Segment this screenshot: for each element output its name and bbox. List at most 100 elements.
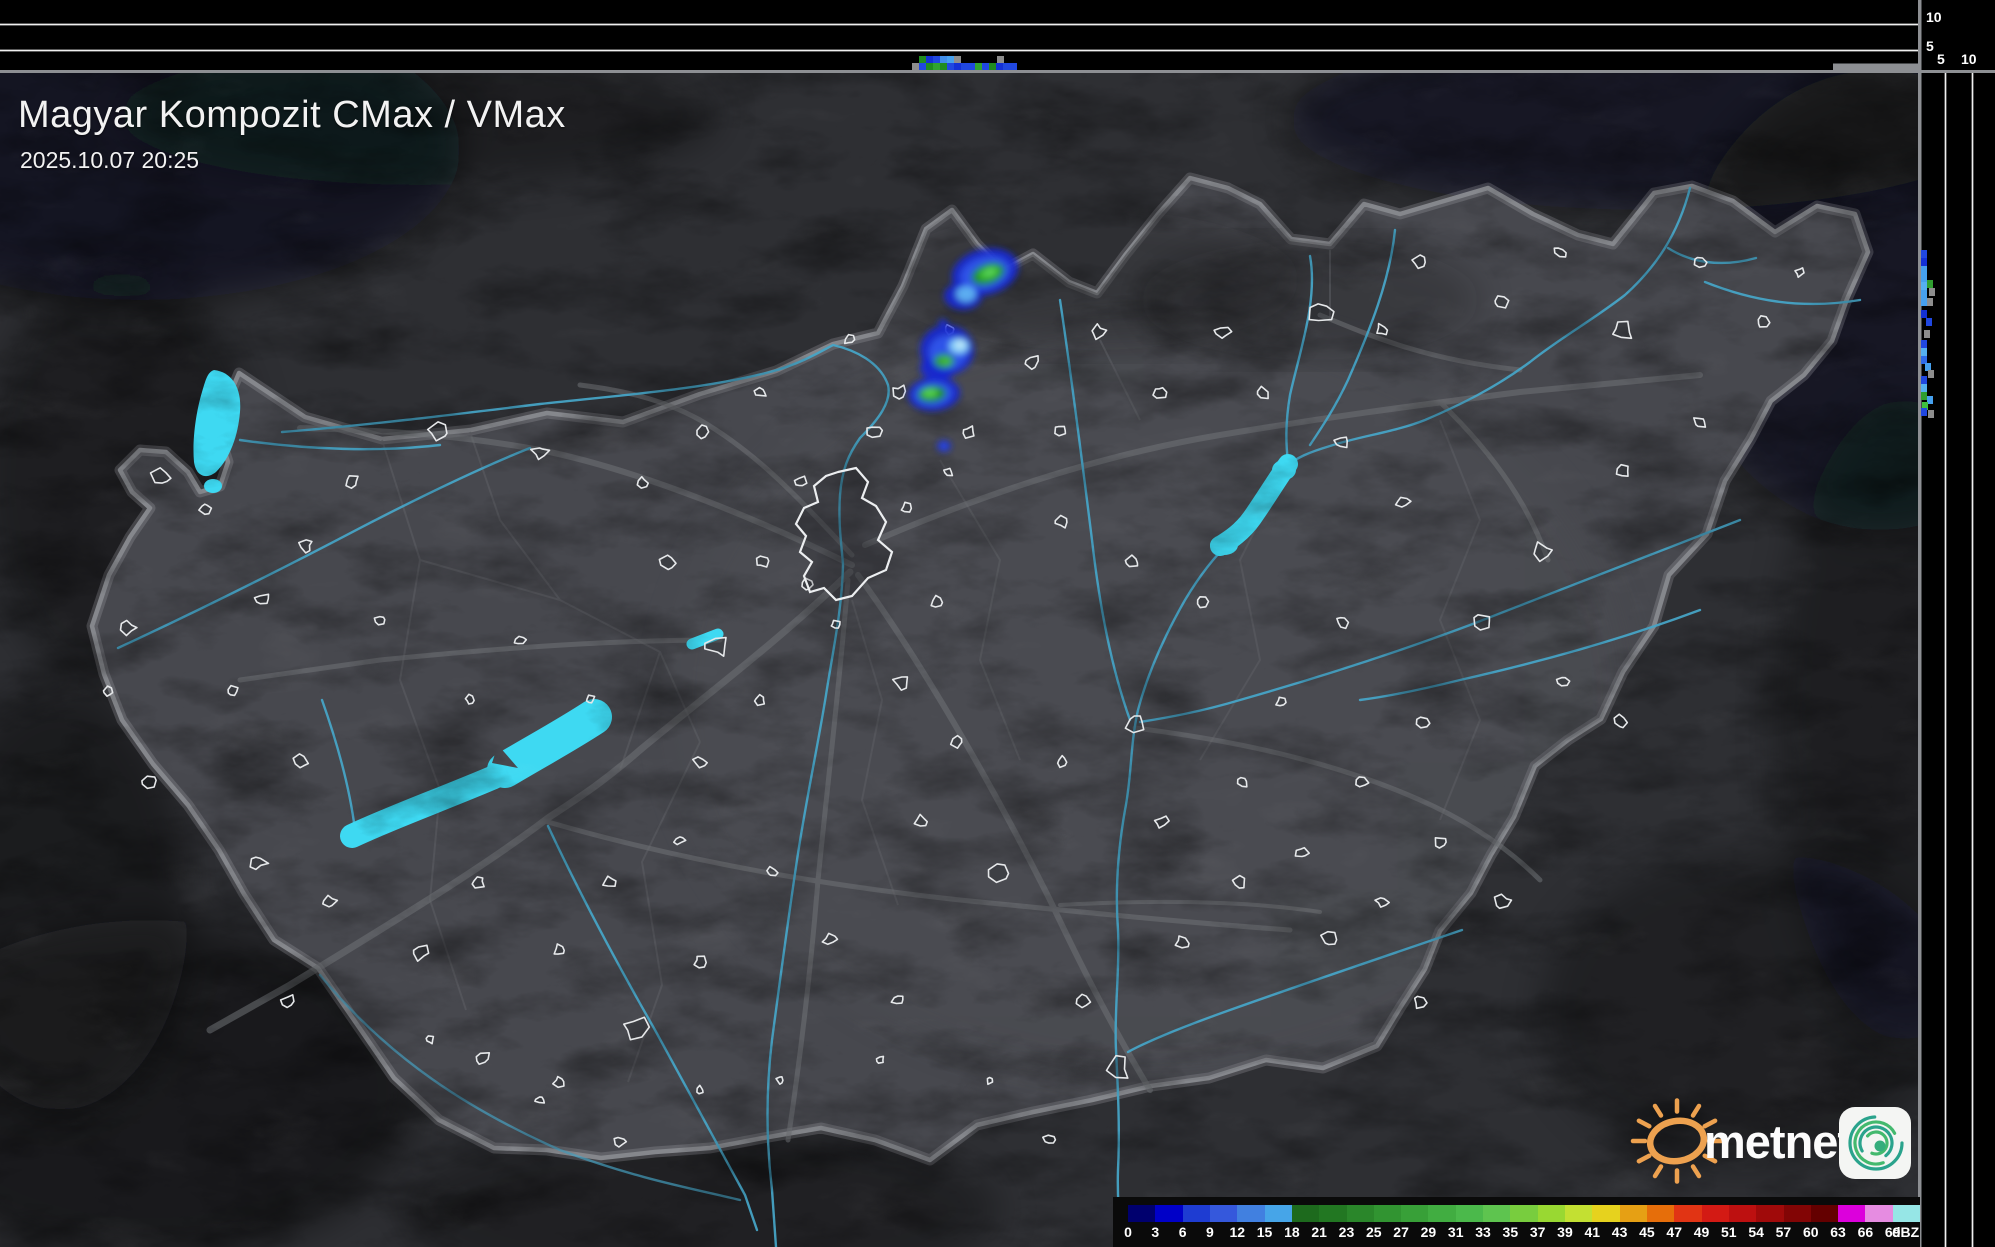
legend-tick-label: 35 — [1502, 1224, 1519, 1240]
cross-section-echo-cell — [954, 56, 961, 63]
settlement-outline — [1415, 716, 1431, 729]
cross-section-echo-cell — [919, 63, 926, 70]
legend-color-segment — [1155, 1205, 1183, 1222]
cross-section-echo-cell — [997, 56, 1004, 63]
legend-color-segment — [1646, 1205, 1675, 1222]
legend-tick-label: 31 — [1447, 1224, 1464, 1240]
right-panel-axis-label-5: 5 — [1937, 51, 1945, 67]
cross-section-echo-cell — [1921, 274, 1927, 282]
cross-section-echo-cell — [982, 63, 989, 70]
legend-color-segment — [1674, 1205, 1702, 1222]
sun-ray — [1690, 1103, 1702, 1118]
map-area — [0, 71, 1919, 1247]
cross-section-echo-cell — [933, 63, 940, 70]
metnet-logo: metnet — [1620, 1093, 1920, 1185]
legend-tick-label: 15 — [1256, 1224, 1273, 1240]
cross-section-echo-cell — [1010, 63, 1017, 70]
cross-section-echo-cell — [1924, 330, 1930, 338]
legend-color-segment — [1728, 1205, 1757, 1222]
legend-tick-label: 51 — [1721, 1224, 1737, 1240]
legend-tick-label: 66 — [1857, 1224, 1874, 1240]
legend-tick-label: 21 — [1311, 1224, 1327, 1240]
cross-section-echo-cell — [1921, 266, 1927, 274]
settlement-outline — [1054, 425, 1067, 437]
legend-tick-label: 12 — [1229, 1224, 1246, 1240]
legend-tick-label: 41 — [1584, 1224, 1601, 1240]
legend-tick-label: 43 — [1611, 1224, 1628, 1240]
sun-ray — [1652, 1103, 1664, 1118]
legend-color-segment — [1838, 1205, 1866, 1222]
legend-color-segment — [1319, 1205, 1347, 1222]
legend-tick-label: 49 — [1693, 1224, 1710, 1240]
legend-tick-label: 27 — [1393, 1224, 1409, 1240]
cross-section-echo-cell — [926, 63, 933, 70]
settlement-outline — [141, 775, 157, 790]
legend-color-bar — [1128, 1205, 1921, 1222]
cross-section-echo-cell — [1929, 288, 1935, 296]
cross-section-echo-cell — [954, 63, 961, 70]
legend-color-segment — [1701, 1205, 1729, 1222]
settlement-outline — [1473, 614, 1491, 631]
settlement-outline — [1152, 386, 1168, 399]
legend-tick-label: 37 — [1529, 1224, 1546, 1240]
right-panel-axis-label-10: 10 — [1961, 51, 1977, 67]
legend-tick-labels: 0 3 6 9 12 15 18 21 23 25 27 29 31 33 35 37 39 41 43 45 47 49… — [1113, 1224, 1920, 1244]
legend-color-segment — [1237, 1205, 1265, 1222]
radar-map-canvas — [0, 0, 1995, 1247]
settlement-outline — [1555, 676, 1571, 687]
radar-viewer: Magyar Kompozit CMax / VMax 2025.10.07 2… — [0, 0, 1995, 1247]
legend-color-segment — [1537, 1205, 1565, 1222]
cross-section-echo-cell — [1921, 310, 1927, 318]
settlement-outline — [373, 615, 386, 626]
legend-color-segment — [1264, 1205, 1292, 1222]
cross-section-echo-cell — [996, 63, 1003, 70]
page-title: Magyar Kompozit CMax / VMax — [18, 94, 566, 136]
radar-echo — [955, 341, 965, 349]
settlement-outline — [755, 555, 770, 568]
cross-section-echo-cell — [968, 63, 975, 70]
cross-section-echo-cell — [912, 63, 919, 70]
horizontal-separator — [0, 70, 1995, 73]
settlement-outline — [1196, 596, 1210, 609]
cross-section-echo-cell — [1921, 258, 1927, 266]
cross-section-echo-cell — [1928, 370, 1934, 378]
sun-ray — [1690, 1164, 1702, 1179]
cross-section-echo-cell — [1927, 298, 1933, 306]
legend-color-segment — [1592, 1205, 1620, 1222]
sun-ray — [1636, 1153, 1652, 1164]
cyclone-app-icon — [1839, 1107, 1911, 1179]
legend-unit-label: dBZ — [1892, 1224, 1920, 1240]
cross-section-echo-cell — [1921, 392, 1927, 400]
legend-color-segment — [1291, 1205, 1320, 1222]
legend-tick-label: 54 — [1748, 1224, 1764, 1240]
legend-color-segment — [1428, 1205, 1456, 1222]
legend-tick-label: 9 — [1206, 1224, 1214, 1240]
legend-color-segment — [1619, 1205, 1647, 1222]
legend-tick-label: 60 — [1802, 1224, 1819, 1240]
cross-section-echo-cell — [1921, 290, 1927, 298]
cross-section-echo-cell — [1921, 376, 1927, 384]
cross-section-echo-cell — [961, 63, 968, 70]
legend-tick-label: 39 — [1557, 1224, 1573, 1240]
cross-section-echo-cell — [1921, 298, 1927, 306]
sun-ray — [1652, 1164, 1664, 1179]
radar-echo — [940, 443, 948, 449]
sun-ray — [1636, 1118, 1652, 1129]
legend-tick-label: 3 — [1151, 1224, 1160, 1240]
top-panel-axis-label-10: 10 — [1926, 9, 1942, 25]
cross-section-echo-cell — [1921, 348, 1927, 356]
cross-section-echo-cell — [940, 56, 947, 63]
legend-color-segment — [1810, 1205, 1839, 1222]
legend-color-segment — [1865, 1205, 1893, 1222]
legend-tick-label: 47 — [1666, 1224, 1682, 1240]
cross-section-echo-cell — [940, 63, 947, 70]
legend-color-segment — [1373, 1205, 1402, 1222]
settlement-outline — [1042, 1134, 1057, 1144]
legend-color-segment — [1346, 1205, 1374, 1222]
dbz-color-legend: 0 3 6 9 12 15 18 21 23 25 27 29 31 33 35 37 39 41 43 45 47 49… — [1113, 1197, 1921, 1247]
legend-color-segment — [1209, 1205, 1238, 1222]
cross-section-echo-cell — [1921, 250, 1927, 258]
cross-section-echo-cell — [975, 63, 982, 70]
legend-tick-label: 6 — [1178, 1224, 1187, 1240]
cross-section-echo-cell — [1003, 63, 1010, 70]
